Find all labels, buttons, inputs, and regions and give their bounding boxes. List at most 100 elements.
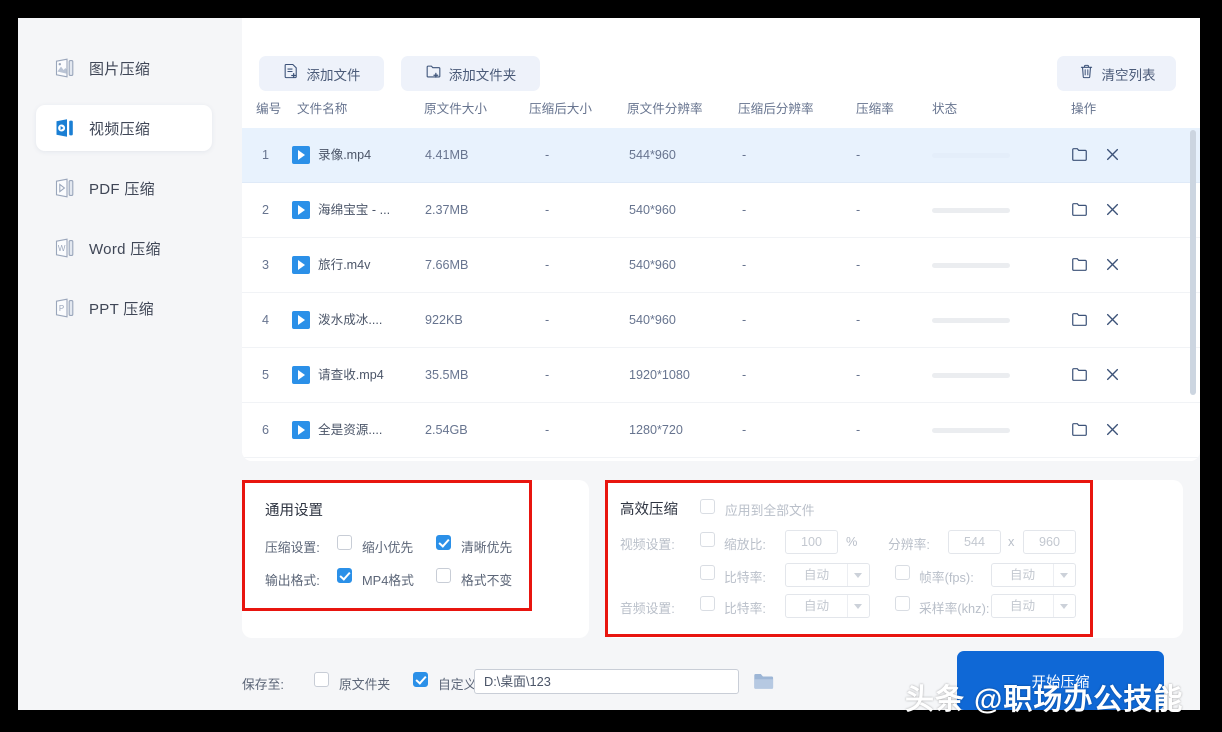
add-folder-button[interactable]: 添加文件夹 <box>401 56 540 91</box>
cell-orig-size: 2.54GB <box>425 423 468 437</box>
cell-orig-res: 544*960 <box>629 148 676 162</box>
label-scale: 缩放比: <box>724 537 766 552</box>
close-icon[interactable] <box>1103 365 1122 389</box>
checkbox-audio-bitrate[interactable] <box>700 596 715 611</box>
label-framerate: 帧率(fps): <box>919 570 974 585</box>
sidebar-item-ppt-compress[interactable]: P PPT 压缩 <box>36 285 212 331</box>
sidebar-item-label: Word 压缩 <box>89 240 161 258</box>
progress-bar <box>932 208 1010 213</box>
open-folder-icon[interactable] <box>1070 365 1089 389</box>
clear-list-label: 清空列表 <box>1101 67 1156 83</box>
close-icon[interactable] <box>1103 310 1122 334</box>
framerate-value: 自动 <box>1009 568 1036 582</box>
checkbox-framerate[interactable] <box>895 565 910 580</box>
cell-new-res: - <box>742 423 747 437</box>
checkbox-custom-folder[interactable] <box>413 672 428 687</box>
cell-ratio: - <box>856 203 861 217</box>
column-header-orig-res: 原文件分辨率 <box>627 102 703 116</box>
cell-ratio: - <box>856 258 861 272</box>
label-mp4-format: MP4格式 <box>362 573 414 588</box>
close-icon[interactable] <box>1103 420 1122 444</box>
cell-index: 4 <box>262 313 270 327</box>
table-row[interactable]: 6 全是资源.... 2.54GB - 1280*720 - - <box>242 403 1200 458</box>
sidebar-item-word-compress[interactable]: W Word 压缩 <box>36 225 212 271</box>
audio-bitrate-select[interactable]: 自动 <box>785 594 870 618</box>
table-row[interactable]: 5 请查收.mp4 35.5MB - 1920*1080 - - <box>242 348 1200 403</box>
sidebar-item-video-compress[interactable]: 视频压缩 <box>36 105 212 151</box>
video-file-icon <box>292 146 310 164</box>
cell-orig-res: 540*960 <box>629 203 676 217</box>
checkbox-smaller-priority[interactable] <box>337 535 352 550</box>
checkbox-mp4-format[interactable] <box>337 568 352 583</box>
cell-ratio: - <box>856 423 861 437</box>
open-folder-icon[interactable] <box>1070 255 1089 279</box>
column-header-new-res: 压缩后分辨率 <box>738 102 814 116</box>
checkbox-scale[interactable] <box>700 532 715 547</box>
pdf-compress-icon <box>54 177 76 199</box>
close-icon[interactable] <box>1103 255 1122 279</box>
sidebar-item-label: 视频压缩 <box>89 120 151 138</box>
open-folder-icon[interactable] <box>1070 200 1089 224</box>
table-row[interactable]: 3 旅行.m4v 7.66MB - 540*960 - - <box>242 238 1200 293</box>
open-folder-icon[interactable] <box>1070 420 1089 444</box>
cell-index: 2 <box>262 203 270 217</box>
checkbox-apply-to-all[interactable] <box>700 499 715 514</box>
open-folder-icon[interactable] <box>1070 310 1089 334</box>
table-row[interactable]: 4 泼水成冰.... 922KB - 540*960 - - <box>242 293 1200 348</box>
close-icon[interactable] <box>1103 200 1122 224</box>
scale-value-input[interactable]: 100 <box>785 530 838 554</box>
folder-icon[interactable] <box>752 670 775 698</box>
checkbox-samplerate[interactable] <box>895 596 910 611</box>
checkbox-original-folder[interactable] <box>314 672 329 687</box>
audio-settings-label: 音频设置: <box>620 601 675 616</box>
cell-new-res: - <box>742 258 747 272</box>
general-settings-card: 通用设置 压缩设置: 缩小优先 清晰优先 输出格式: MP4格式 格式不变 <box>242 480 589 638</box>
framerate-select[interactable]: 自动 <box>991 563 1076 587</box>
checkbox-video-bitrate[interactable] <box>700 565 715 580</box>
clear-list-button[interactable]: 清空列表 <box>1057 56 1176 91</box>
audio-bitrate-value: 自动 <box>803 599 830 613</box>
settings-area: 通用设置 压缩设置: 缩小优先 清晰优先 输出格式: MP4格式 格式不变 高效… <box>225 461 1200 710</box>
column-header-actions: 操作 <box>1071 102 1097 116</box>
open-folder-icon[interactable] <box>1070 145 1089 169</box>
file-list-rows[interactable]: 1 录像.mp4 4.41MB - 544*960 - - 2 海绵宝宝 - .… <box>242 128 1200 461</box>
checkbox-keep-format[interactable] <box>436 568 451 583</box>
ppt-compress-icon: P <box>54 297 76 319</box>
application-window: 图片压缩 视频压缩 PDF 压缩 W Word 压缩 P PPT 压缩 添加文件… <box>18 18 1200 710</box>
progress-bar <box>932 318 1010 323</box>
file-list-card: 添加文件 添加文件夹 清空列表 编号 文件名称 原文件大小 压缩后大小 原文件分… <box>242 18 1200 461</box>
general-settings-title: 通用设置 <box>265 503 323 519</box>
file-list-scrollbar[interactable] <box>1190 130 1196 395</box>
table-row[interactable]: 2 海绵宝宝 - ... 2.37MB - 540*960 - - <box>242 183 1200 238</box>
column-header-name: 文件名称 <box>297 102 348 116</box>
add-file-button[interactable]: 添加文件 <box>259 56 384 91</box>
file-toolbar: 添加文件 添加文件夹 清空列表 <box>242 18 1200 91</box>
cell-orig-res: 540*960 <box>629 313 676 327</box>
image-compress-icon <box>54 57 76 79</box>
cell-orig-res: 540*960 <box>629 258 676 272</box>
video-compress-icon <box>54 117 76 139</box>
close-icon[interactable] <box>1103 145 1122 169</box>
cell-name: 旅行.m4v <box>318 258 371 272</box>
label-resolution: 分辨率: <box>888 537 930 552</box>
resolution-width-input[interactable]: 544 <box>948 530 1001 554</box>
label-apply-to-all: 应用到全部文件 <box>725 503 815 518</box>
cell-new-size: - <box>545 368 550 382</box>
watermark: 头条 @职场办公技能 <box>905 684 1184 716</box>
cell-index: 3 <box>262 258 270 272</box>
label-clearer-priority: 清晰优先 <box>461 540 513 555</box>
label-samplerate: 采样率(khz): <box>919 601 990 616</box>
sidebar-item-pdf-compress[interactable]: PDF 压缩 <box>36 165 212 211</box>
video-bitrate-select[interactable]: 自动 <box>785 563 870 587</box>
cell-ratio: - <box>856 368 861 382</box>
samplerate-select[interactable]: 自动 <box>991 594 1076 618</box>
sidebar-item-image-compress[interactable]: 图片压缩 <box>36 45 212 91</box>
label-percent: % <box>846 534 858 549</box>
progress-bar <box>932 373 1010 378</box>
add-file-label: 添加文件 <box>306 67 361 83</box>
main-content: 添加文件 添加文件夹 清空列表 编号 文件名称 原文件大小 压缩后大小 原文件分… <box>225 18 1200 710</box>
checkbox-clearer-priority[interactable] <box>436 535 451 550</box>
table-row[interactable]: 1 录像.mp4 4.41MB - 544*960 - - <box>242 128 1200 183</box>
resolution-height-input[interactable]: 960 <box>1023 530 1076 554</box>
save-path-input[interactable]: D:\桌面\123 <box>474 669 739 694</box>
